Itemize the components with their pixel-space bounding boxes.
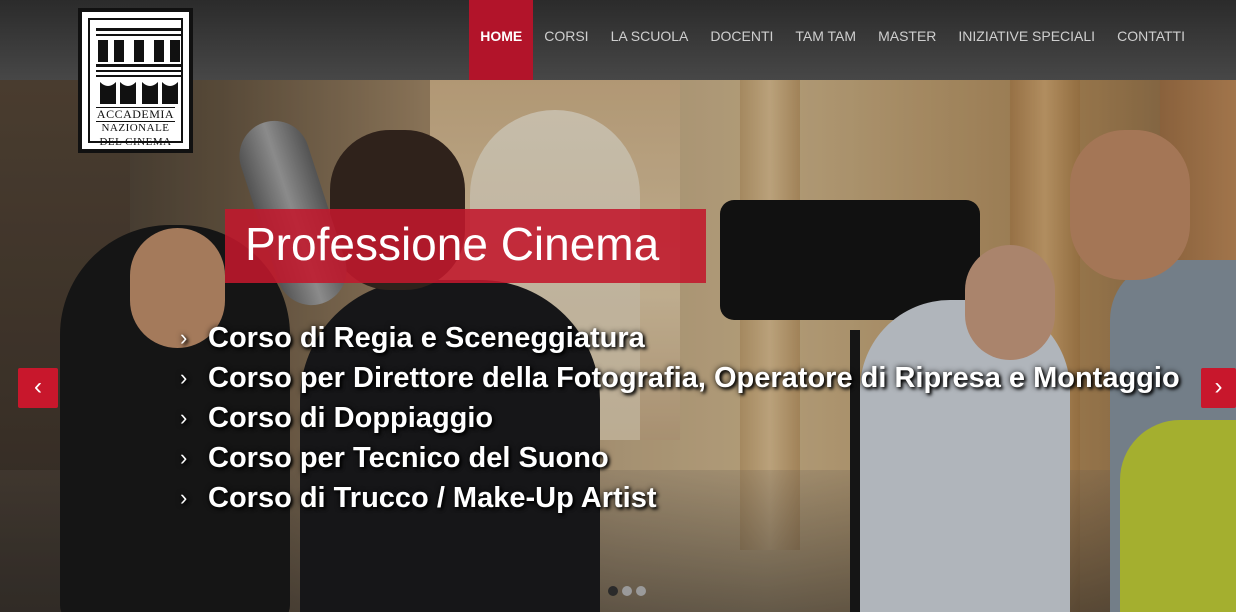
main-menu: HOME CORSI LA SCUOLA DOCENTI TAM TAM MAS… <box>469 0 1196 80</box>
course-list: › Corso di Regia e Sceneggiatura › Corso p… <box>180 320 1180 520</box>
list-item[interactable]: › Corso di Trucco / Make-Up Artist <box>180 480 1180 520</box>
nav-item-docenti[interactable]: DOCENTI <box>699 0 784 80</box>
course-label: Corso per Tecnico del Suono <box>208 442 609 474</box>
slide-title-banner: Professione Cinema <box>225 209 706 283</box>
logo-frame: ACCADEMIA NAZIONALE DEL CINEMA <box>88 18 183 148</box>
course-label: Corso di Regia e Sceneggiatura <box>208 322 645 354</box>
carousel-prev-button[interactable]: ‹ <box>18 368 58 408</box>
carousel-dot-3[interactable] <box>636 586 646 596</box>
logo-text-del-cinema: DEL CINEMA <box>99 136 172 148</box>
site-logo[interactable]: ACCADEMIA NAZIONALE DEL CINEMA <box>78 8 193 153</box>
nav-item-contatti[interactable]: CONTATTI <box>1106 0 1196 80</box>
slide-title: Professione Cinema <box>245 218 660 270</box>
chevron-right-icon: › <box>180 445 188 470</box>
nav-item-corsi[interactable]: CORSI <box>533 0 599 80</box>
course-label: Corso per Direttore della Fotografia, Op… <box>208 362 1180 394</box>
nav-item-iniziative-speciali[interactable]: INIZIATIVE SPECIALI <box>947 0 1106 80</box>
carousel-dot-1[interactable] <box>608 586 618 596</box>
nav-item-la-scuola[interactable]: LA SCUOLA <box>600 0 700 80</box>
logo-text-nazionale: NAZIONALE <box>101 122 170 134</box>
nav-item-home[interactable]: HOME <box>469 0 534 80</box>
chevron-left-icon: ‹ <box>34 373 42 400</box>
chevron-right-icon: › <box>180 485 188 510</box>
colonnade-emblem-icon <box>96 28 183 104</box>
chevron-right-icon: › <box>1214 373 1223 400</box>
course-label: Corso di Doppiaggio <box>208 402 494 434</box>
list-item[interactable]: › Corso di Doppiaggio <box>180 400 1180 440</box>
chevron-right-icon: › <box>180 365 188 390</box>
carousel-indicators <box>608 586 646 596</box>
chevron-right-icon: › <box>180 405 188 430</box>
list-item[interactable]: › Corso per Tecnico del Suono <box>180 440 1180 480</box>
course-label: Corso di Trucco / Make-Up Artist <box>208 482 657 514</box>
carousel-next-button[interactable]: › <box>1201 368 1236 408</box>
nav-item-master[interactable]: MASTER <box>867 0 947 80</box>
list-item[interactable]: › Corso di Regia e Sceneggiatura <box>180 320 1180 360</box>
list-item[interactable]: › Corso per Direttore della Fotografia, O… <box>180 360 1180 400</box>
carousel-dot-2[interactable] <box>622 586 632 596</box>
nav-item-tam-tam[interactable]: TAM TAM <box>784 0 867 80</box>
logo-text-accademia: ACCADEMIA <box>96 107 175 121</box>
chevron-right-icon: › <box>180 325 188 350</box>
